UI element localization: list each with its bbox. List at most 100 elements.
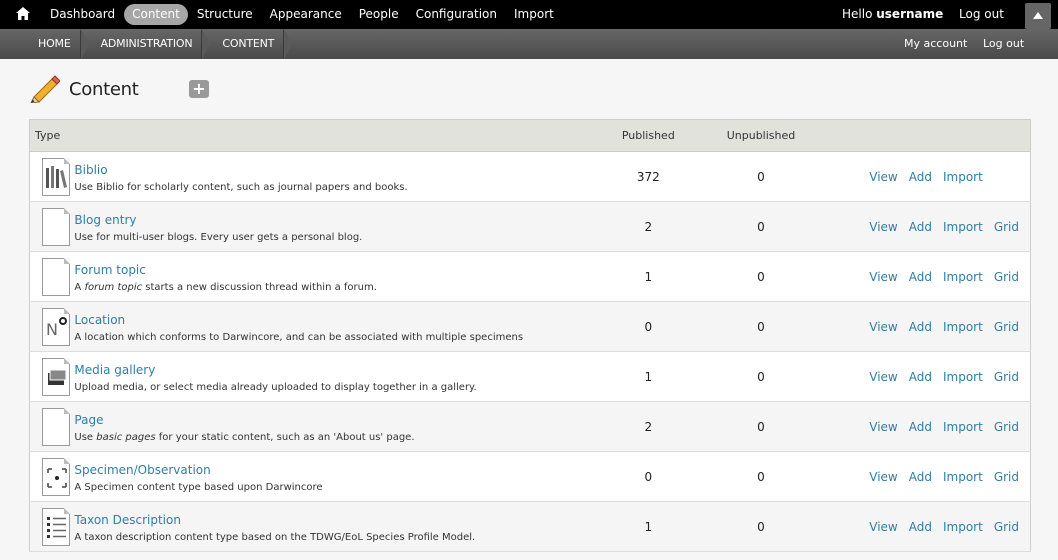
breadcrumb-content[interactable]: CONTENT <box>210 29 293 59</box>
import-link[interactable]: Import <box>943 320 983 334</box>
unpublished-count: 0 <box>726 501 796 552</box>
page-title: Content <box>69 79 139 100</box>
add-link[interactable]: Add <box>909 170 932 184</box>
operations: View Add Import Grid <box>795 201 1031 252</box>
toolbar-menu-dashboard[interactable]: Dashboard <box>42 4 123 25</box>
add-link[interactable]: Add <box>909 270 932 284</box>
grid-link[interactable]: Grid <box>994 470 1019 484</box>
document-icon <box>42 208 70 246</box>
toolbar-menu-import[interactable]: Import <box>506 4 562 25</box>
table-row: Specimen/Observation A Specimen content t… <box>29 451 1031 502</box>
operations: View Add Import Grid <box>795 451 1031 502</box>
grid-link[interactable]: Grid <box>994 220 1019 234</box>
published-count: 0 <box>569 301 727 352</box>
content-type-description: Use basic pages for your static content,… <box>74 431 415 443</box>
toolbar-menu-structure[interactable]: Structure <box>189 4 261 25</box>
table-row: Biblio Use Biblio for scholarly content, … <box>29 151 1031 202</box>
published-count: 0 <box>569 451 727 502</box>
published-count: 1 <box>569 501 727 552</box>
location-icon: N <box>42 308 70 346</box>
content-type-description: A taxon description content type based o… <box>74 531 476 543</box>
content-type-name-media-gallery[interactable]: Media gallery <box>74 363 570 377</box>
biblio-icon <box>42 158 70 196</box>
my-account-link[interactable]: My account <box>904 29 967 59</box>
content-type-name-forum-topic[interactable]: Forum topic <box>74 263 570 277</box>
add-link[interactable]: Add <box>909 520 932 534</box>
operations: View Add Import <box>795 151 1031 202</box>
content-type-description: Use for multi-user blogs. Every user get… <box>74 231 363 243</box>
svg-text:N: N <box>46 320 58 339</box>
content-type-name-taxon-description[interactable]: Taxon Description <box>74 513 570 527</box>
shortcut-bar: HOME ADMINISTRATION CONTENT My account Log… <box>0 29 1058 59</box>
grid-link[interactable]: Grid <box>994 270 1019 284</box>
breadcrumb: HOME ADMINISTRATION CONTENT <box>26 29 293 59</box>
breadcrumb-administration[interactable]: ADMINISTRATION <box>89 29 211 59</box>
table-row: Page Use basic pages for your static cont… <box>29 401 1031 452</box>
grid-link[interactable]: Grid <box>994 370 1019 384</box>
grid-link[interactable]: Grid <box>994 520 1019 534</box>
import-link[interactable]: Import <box>943 420 983 434</box>
view-link[interactable]: View <box>869 420 897 434</box>
add-content-type-button[interactable]: + <box>189 80 209 98</box>
content-type-description: A Specimen content type based upon Darwi… <box>74 481 323 493</box>
add-link[interactable]: Add <box>909 220 932 234</box>
published-count: 1 <box>569 351 727 402</box>
unpublished-count: 0 <box>726 301 796 352</box>
view-link[interactable]: View <box>869 220 897 234</box>
gallery-icon <box>42 358 70 396</box>
add-link[interactable]: Add <box>909 370 932 384</box>
view-link[interactable]: View <box>869 320 897 334</box>
table-row: Forum topic A forum topic starts a new di… <box>29 251 1031 302</box>
column-header-operations <box>795 119 1031 152</box>
content-type-description: Use Biblio for scholarly content, such a… <box>74 181 408 193</box>
content-type-name-biblio[interactable]: Biblio <box>74 163 570 177</box>
page-header: Content + <box>0 59 1058 119</box>
import-link[interactable]: Import <box>943 170 983 184</box>
add-link[interactable]: Add <box>909 320 932 334</box>
shortcut-logout-link[interactable]: Log out <box>983 29 1024 59</box>
toolbar-menu-content[interactable]: Content <box>124 4 188 25</box>
add-link[interactable]: Add <box>909 470 932 484</box>
add-link[interactable]: Add <box>909 420 932 434</box>
content-type-name-blog-entry[interactable]: Blog entry <box>74 213 570 227</box>
taxon-icon <box>42 508 70 546</box>
content-type-name-specimen-observation[interactable]: Specimen/Observation <box>74 463 570 477</box>
table-header-row: Type Published Unpublished <box>29 119 1031 152</box>
unpublished-count: 0 <box>726 201 796 252</box>
operations: View Add Import Grid <box>795 401 1031 452</box>
import-link[interactable]: Import <box>943 520 983 534</box>
content-type-description: A location which conforms to Darwincore,… <box>74 331 524 343</box>
operations: View Add Import Grid <box>795 501 1031 552</box>
toolbar-toggle-button[interactable] <box>1025 3 1051 29</box>
import-link[interactable]: Import <box>943 470 983 484</box>
toolbar-logout-link[interactable]: Log out <box>959 4 1004 25</box>
toolbar-menu-appearance[interactable]: Appearance <box>262 4 350 25</box>
grid-link[interactable]: Grid <box>994 420 1019 434</box>
home-icon[interactable] <box>16 7 32 21</box>
toolbar-menu-people[interactable]: People <box>351 4 407 25</box>
published-count: 2 <box>569 201 727 252</box>
unpublished-count: 0 <box>726 451 796 502</box>
table-row: Taxon Description A taxon description con… <box>29 501 1031 552</box>
published-count: 372 <box>569 151 727 202</box>
document-icon <box>42 408 70 446</box>
view-link[interactable]: View <box>869 520 897 534</box>
view-link[interactable]: View <box>869 170 897 184</box>
specimen-icon <box>42 458 70 496</box>
view-link[interactable]: View <box>869 370 897 384</box>
content-type-name-location[interactable]: Location <box>74 313 570 327</box>
unpublished-count: 0 <box>726 151 796 202</box>
grid-link[interactable]: Grid <box>994 320 1019 334</box>
content-type-name-page[interactable]: Page <box>74 413 570 427</box>
import-link[interactable]: Import <box>943 220 983 234</box>
column-header-type: Type <box>29 119 570 152</box>
unpublished-count: 0 <box>726 401 796 452</box>
view-link[interactable]: View <box>869 470 897 484</box>
operations: View Add Import Grid <box>795 301 1031 352</box>
import-link[interactable]: Import <box>943 370 983 384</box>
toolbar-menu-configuration[interactable]: Configuration <box>408 4 505 25</box>
username[interactable]: username <box>876 7 943 21</box>
import-link[interactable]: Import <box>943 270 983 284</box>
breadcrumb-home[interactable]: HOME <box>26 29 89 59</box>
view-link[interactable]: View <box>869 270 897 284</box>
